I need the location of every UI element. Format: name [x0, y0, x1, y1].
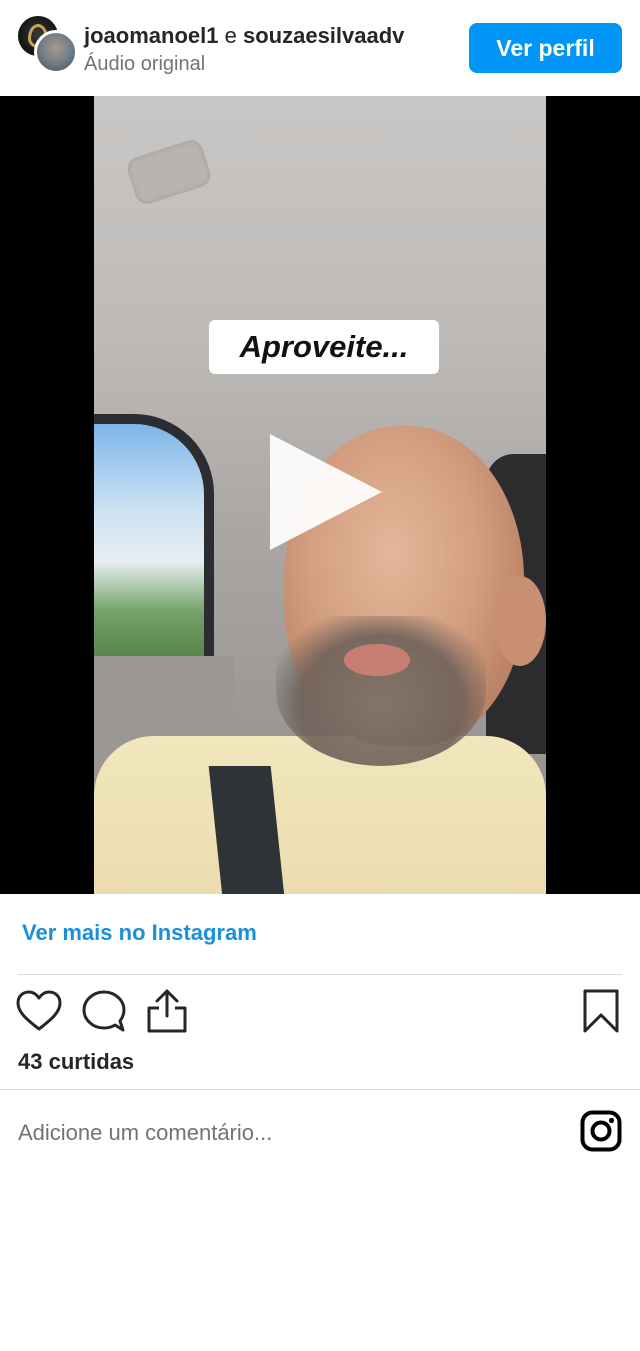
add-comment-input[interactable]: Adicione um comentário...: [18, 1120, 272, 1146]
bookmark-icon[interactable]: [582, 988, 620, 1034]
person-mouth: [344, 644, 410, 676]
car-ceiling-light: [124, 137, 214, 207]
see-more-instagram-link[interactable]: Ver mais no Instagram: [22, 920, 257, 946]
avatar-group[interactable]: [16, 14, 80, 78]
author-names: joaomanoel1 e souzaesilvaadv: [84, 22, 404, 50]
person-ear: [494, 576, 546, 666]
divider-top: [18, 974, 622, 975]
comment-bubble-icon[interactable]: [82, 990, 126, 1034]
names-joiner: e: [224, 23, 237, 48]
video-caption: Aproveite...: [209, 320, 439, 374]
person-beard: [276, 616, 486, 766]
instagram-logo-icon[interactable]: [580, 1110, 622, 1152]
person-shirt: [94, 736, 546, 894]
username-souzaesilvaadv[interactable]: souzaesilvaadv: [243, 23, 404, 48]
heart-icon[interactable]: [16, 990, 62, 1032]
divider-bottom: [0, 1089, 640, 1090]
username-joaomanoel1[interactable]: joaomanoel1: [84, 23, 218, 48]
video-player[interactable]: Aproveite...: [0, 96, 640, 894]
play-icon[interactable]: [270, 434, 382, 550]
view-profile-button[interactable]: Ver perfil: [469, 23, 622, 73]
share-icon[interactable]: [146, 988, 188, 1034]
avatar-joaomanoel1[interactable]: [34, 30, 78, 74]
post-header: joaomanoel1 e souzaesilvaadv Áudio origi…: [0, 0, 640, 96]
audio-label[interactable]: Áudio original: [84, 51, 205, 77]
likes-count[interactable]: 43 curtidas: [18, 1049, 134, 1075]
car-window: [94, 414, 214, 684]
